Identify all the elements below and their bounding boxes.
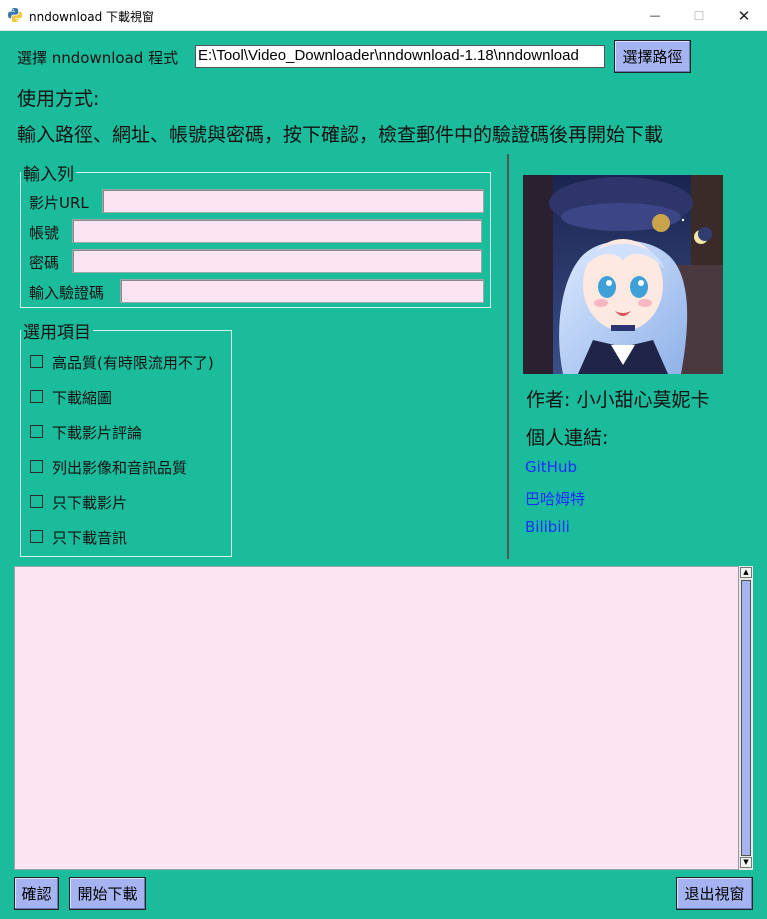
- path-label: 選擇 nndownload 程式: [17, 49, 179, 67]
- download-comments-label: 下載影片評論: [52, 424, 143, 442]
- exit-window-button[interactable]: 退出視窗: [676, 877, 753, 910]
- account-label: 帳號: [29, 224, 60, 242]
- title-bar: nndownload 下載視窗 — ☐ ✕: [0, 0, 767, 31]
- password-input[interactable]: [72, 249, 482, 273]
- start-download-button[interactable]: 開始下載: [69, 877, 146, 910]
- close-button[interactable]: ✕: [721, 0, 767, 31]
- verification-code-input[interactable]: [120, 279, 484, 303]
- scroll-down-icon[interactable]: ▼: [740, 857, 752, 868]
- links-title: 個人連結:: [526, 427, 609, 449]
- options-group-legend: 選用項目: [23, 323, 91, 343]
- path-input[interactable]: E:\Tool\Video_Downloader\nndownload-1.18…: [195, 45, 605, 68]
- scroll-up-icon[interactable]: ▲: [740, 567, 752, 578]
- video-url-input[interactable]: [102, 189, 484, 213]
- input-group-legend: 輸入列: [23, 165, 74, 185]
- download-thumbnail-label: 下載縮圖: [52, 389, 113, 407]
- author-text: 作者: 小小甜心莫妮卡: [526, 389, 710, 411]
- high-quality-checkbox[interactable]: [30, 355, 43, 368]
- vertical-divider: [507, 154, 509, 559]
- audio-only-checkbox[interactable]: [30, 530, 43, 543]
- video-only-checkbox[interactable]: [30, 495, 43, 508]
- account-input[interactable]: [72, 219, 482, 243]
- author-portrait-image: [523, 175, 723, 374]
- link-bahamut[interactable]: 巴哈姆特: [525, 488, 585, 509]
- usage-title: 使用方式:: [17, 88, 100, 110]
- log-scrollbar[interactable]: ▲ ▼: [738, 566, 753, 870]
- python-app-icon: [8, 8, 22, 22]
- usage-text: 輸入路徑、網址、帳號與密碼，按下確認，檢查郵件中的驗證碼後再開始下載: [17, 124, 664, 146]
- confirm-button[interactable]: 確認: [14, 877, 59, 910]
- verification-code-label: 輸入驗證碼: [29, 284, 105, 302]
- maximize-button[interactable]: ☐: [676, 0, 722, 31]
- maximize-icon: ☐: [693, 8, 705, 23]
- log-textarea[interactable]: [14, 566, 753, 870]
- close-icon: ✕: [737, 6, 751, 25]
- high-quality-label: 高品質(有時限流用不了): [52, 354, 214, 372]
- choose-path-button[interactable]: 選擇路徑: [614, 40, 691, 73]
- window-title: nndownload 下載視窗: [29, 10, 155, 24]
- video-only-label: 只下載影片: [52, 494, 128, 512]
- minimize-button[interactable]: —: [632, 0, 678, 31]
- download-thumbnail-checkbox[interactable]: [30, 390, 43, 403]
- password-label: 密碼: [29, 254, 60, 272]
- download-comments-checkbox[interactable]: [30, 425, 43, 438]
- list-quality-checkbox[interactable]: [30, 460, 43, 473]
- audio-only-label: 只下載音訊: [52, 529, 128, 547]
- minimize-icon: —: [649, 9, 661, 22]
- scroll-thumb[interactable]: [741, 580, 751, 856]
- list-quality-label: 列出影像和音訊品質: [52, 459, 188, 477]
- video-url-label: 影片URL: [29, 194, 89, 212]
- link-bilibili[interactable]: Bilibili: [525, 518, 570, 536]
- link-github[interactable]: GitHub: [525, 458, 577, 476]
